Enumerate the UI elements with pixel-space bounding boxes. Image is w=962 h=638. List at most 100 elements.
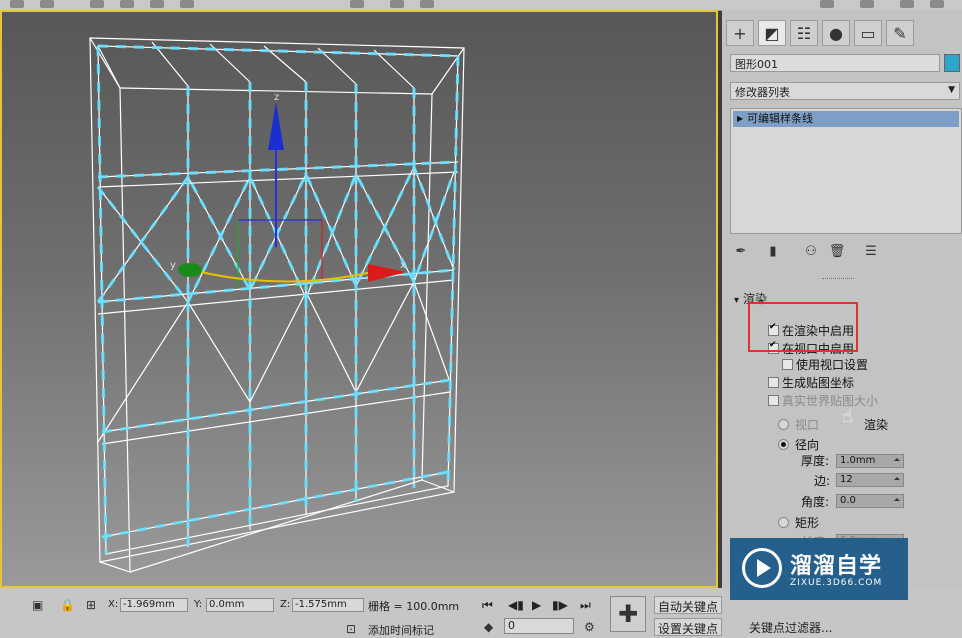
motion-tab-icon[interactable]: ● [822, 20, 850, 46]
y-field[interactable]: 0.0mm [206, 598, 274, 612]
toolbar-button[interactable] [10, 0, 24, 8]
watermark-brand: 溜溜自学 [790, 554, 883, 579]
toolbar-button[interactable] [350, 0, 364, 8]
selection-lock-icon[interactable]: ▣ [32, 598, 43, 612]
radio-icon [778, 419, 789, 430]
display-tab-icon[interactable]: ▭ [854, 20, 882, 46]
modifier-list-label: 修改器列表 [735, 86, 790, 99]
object-color-swatch[interactable] [944, 54, 960, 72]
toolbar-button[interactable] [420, 0, 434, 8]
use-viewport-settings-checkbox[interactable]: 使用视口设置 [782, 356, 868, 373]
play-logo-icon [742, 548, 782, 588]
y-axis-label: y [170, 260, 176, 271]
remove-modifier-icon[interactable]: 🗑 [828, 242, 846, 260]
sides-spinner[interactable]: 12 [836, 473, 904, 487]
frame-spinner-icon[interactable]: ◆ [484, 620, 493, 634]
radial-radio[interactable]: 径向 [778, 436, 819, 453]
x-field[interactable]: -1.969mm [120, 598, 188, 612]
toolbar-button[interactable] [150, 0, 164, 8]
angle-label: 角度: [801, 495, 830, 509]
toolbar-button[interactable] [930, 0, 944, 8]
radio-label: 视口 [795, 418, 820, 432]
thickness-label: 厚度: [801, 454, 830, 468]
expand-icon[interactable]: ▶ [737, 111, 743, 127]
hierarchy-tab-icon[interactable]: ☷ [790, 20, 818, 46]
sides-label: 边: [814, 474, 831, 488]
checkbox-label: 真实世界贴图大小 [782, 394, 879, 408]
toolbar-button[interactable] [40, 0, 54, 8]
utilities-tab-icon[interactable]: ✎ [886, 20, 914, 46]
angle-spinner[interactable]: 0.0 [836, 494, 904, 508]
radio-icon [778, 439, 789, 450]
y-axis-arrow [178, 263, 202, 277]
time-tag-icon[interactable]: ⊡ [346, 622, 356, 636]
modify-tab-icon[interactable]: ◩ [758, 20, 786, 46]
command-panel-tabs: + ◩ ☷ ● ▭ ✎ [726, 20, 958, 46]
configure-sets-icon[interactable]: ☰ [862, 242, 880, 260]
z-axis-label: z [274, 92, 279, 103]
toolbar-button[interactable] [90, 0, 104, 8]
create-tab-icon[interactable]: + [726, 20, 754, 46]
checkbox-icon [782, 359, 793, 370]
stack-item-editable-spline[interactable]: ▶ 可编辑样条线 [733, 111, 959, 127]
stack-item-label: 可编辑样条线 [747, 112, 813, 125]
z-axis-arrow [268, 102, 284, 150]
key-filters-button[interactable]: 关键点过滤器... [746, 618, 836, 636]
toolbar-button[interactable] [900, 0, 914, 8]
goto-start-icon[interactable]: ⏮ [482, 598, 493, 613]
y-label: Y: [194, 599, 203, 610]
set-key-big-button[interactable]: ✚ [610, 596, 646, 632]
goto-end-icon[interactable]: ⏭ [580, 598, 591, 613]
modifier-stack: ▶ 可编辑样条线 [730, 108, 962, 234]
watermark-url: ZIXUE.3D66.COM [790, 578, 883, 588]
chevron-down-icon: ▼ [948, 85, 955, 95]
hand-cursor-icon: ☝ [842, 406, 853, 427]
highlight-box [748, 302, 858, 352]
next-frame-icon[interactable]: ▮▶ [552, 598, 568, 612]
checkbox-label: 使用视口设置 [796, 358, 869, 372]
previous-frame-icon[interactable]: ◀▮ [508, 598, 524, 612]
checkbox-icon [768, 395, 779, 406]
thickness-spinner[interactable]: 1.0mm [836, 454, 904, 468]
radio-icon [778, 517, 789, 528]
z-label: Z: [280, 599, 291, 610]
absolute-mode-icon[interactable]: ⊞ [86, 598, 96, 612]
toolbar-button[interactable] [820, 0, 834, 8]
wireframe-model: z y x [89, 37, 465, 573]
radio-label: 矩形 [795, 516, 820, 530]
command-panel: + ◩ ☷ ● ▭ ✎ 图形001 修改器列表 ▼ ▶ 可编辑样条线 ✒ ▮ ⚇… [722, 10, 962, 588]
x-axis-label: x [400, 260, 406, 271]
gen-mapping-coords-checkbox[interactable]: 生成贴图坐标 [768, 374, 854, 391]
object-name-field[interactable]: 图形001 [730, 54, 940, 72]
stack-toolbar: ✒ ▮ ⚇ 🗑 ☰ [730, 240, 962, 262]
real-world-map-size-checkbox[interactable]: 真实世界贴图大小 [768, 392, 878, 409]
time-config-icon[interactable]: ⚙ [584, 620, 595, 634]
z-field[interactable]: -1.575mm [292, 598, 364, 612]
toolbar-button[interactable] [120, 0, 134, 8]
modifier-list-dropdown[interactable]: 修改器列表 ▼ [730, 82, 960, 100]
checkbox-label: 生成贴图坐标 [782, 376, 855, 390]
play-icon[interactable]: ▶ [532, 598, 541, 612]
toolbar-button[interactable] [180, 0, 194, 8]
show-end-result-icon[interactable]: ▮ [764, 242, 782, 260]
divider [822, 278, 854, 281]
current-frame-field[interactable]: 0 [504, 618, 574, 634]
watermark-logo: 溜溜自学 ZIXUE.3D66.COM [730, 538, 908, 600]
auto-key-button[interactable]: 自动关键点 [654, 596, 723, 614]
make-unique-icon[interactable]: ⚇ [802, 242, 820, 260]
renderer-radio[interactable]: 渲染 [864, 416, 888, 433]
toolbar-button[interactable] [390, 0, 404, 8]
radio-label: 径向 [795, 438, 820, 452]
viewport-radio[interactable]: 视口 [778, 416, 819, 433]
grid-size: 栅格 = 100.0mm [368, 600, 460, 613]
x-label: X: [108, 599, 119, 610]
pin-stack-icon[interactable]: ✒ [732, 242, 750, 260]
perspective-viewport[interactable]: z y x [0, 10, 718, 588]
lock-icon[interactable]: 🔒 [60, 598, 75, 612]
toolbar-button[interactable] [860, 0, 874, 8]
radio-label: 渲染 [864, 418, 889, 432]
set-key-button[interactable]: 设置关键点 [654, 618, 723, 636]
add-time-tag-button[interactable]: 添加时间标记 [368, 622, 434, 638]
rectangular-radio[interactable]: 矩形 [778, 514, 819, 531]
checkbox-icon [768, 377, 779, 388]
